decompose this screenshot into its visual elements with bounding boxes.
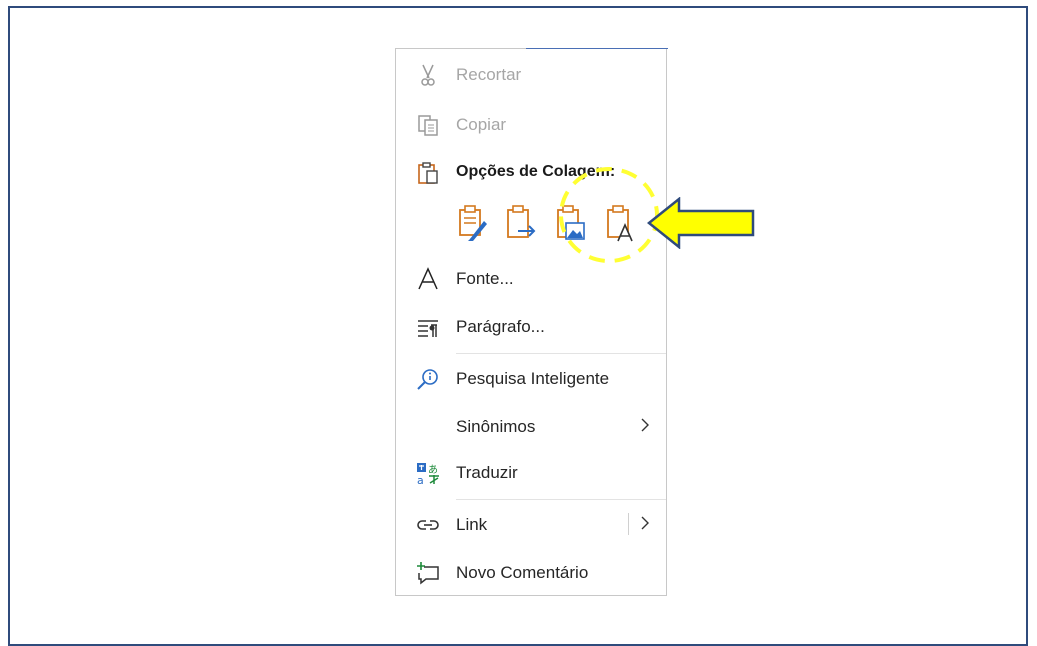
menu-item-translate[interactable]: a あ Traduzir <box>396 453 666 493</box>
menu-item-link[interactable]: Link <box>396 505 666 545</box>
annotation-arrow-icon <box>647 197 755 249</box>
menu-item-new-comment[interactable]: Novo Comentário <box>396 553 666 593</box>
paste-keep-formatting-icon <box>459 205 487 241</box>
synonyms-label: Sinônimos <box>456 417 536 436</box>
font-icon <box>418 267 438 290</box>
smart-lookup-icon <box>417 369 438 390</box>
chevron-right-icon[interactable] <box>640 513 650 533</box>
translate-icon: a あ <box>417 463 439 485</box>
menu-item-paragraph[interactable]: Parágrafo... <box>396 307 666 347</box>
paste-merge-formatting-button[interactable] <box>504 203 538 243</box>
separator <box>456 353 666 354</box>
new-comment-label: Novo Comentário <box>456 563 589 582</box>
menu-item-cut[interactable]: Recortar <box>396 55 666 95</box>
separator <box>456 499 666 500</box>
paste-merge-formatting-icon <box>507 205 536 238</box>
cut-label: Recortar <box>456 65 522 84</box>
svg-text:あ: あ <box>428 464 438 476</box>
link-label: Link <box>456 515 488 534</box>
link-icon <box>417 520 439 530</box>
context-menu: Recortar Copiar Opções de Colagem: Fonte… <box>395 48 668 596</box>
paragraph-icon <box>418 320 438 337</box>
copy-icon <box>418 115 438 136</box>
paragraph-label: Parágrafo... <box>456 317 545 336</box>
menu-item-synonyms[interactable]: Sinônimos <box>396 407 666 447</box>
font-label: Fonte... <box>456 269 514 288</box>
copy-label: Copiar <box>456 115 507 134</box>
paste-keep-source-formatting-button[interactable] <box>456 203 490 243</box>
svg-text:a: a <box>417 474 424 485</box>
menu-item-smart-lookup[interactable]: Pesquisa Inteligente <box>396 359 666 399</box>
translate-label: Traduzir <box>456 463 518 482</box>
menu-top-accent <box>526 48 668 49</box>
new-comment-icon <box>417 562 439 585</box>
clipboard-icon <box>418 162 438 184</box>
chevron-right-icon <box>641 418 649 432</box>
submenu-divider <box>628 513 629 535</box>
menu-item-copy[interactable]: Copiar <box>396 105 666 145</box>
scissors-icon <box>421 64 435 86</box>
smart-lookup-label: Pesquisa Inteligente <box>456 369 610 388</box>
